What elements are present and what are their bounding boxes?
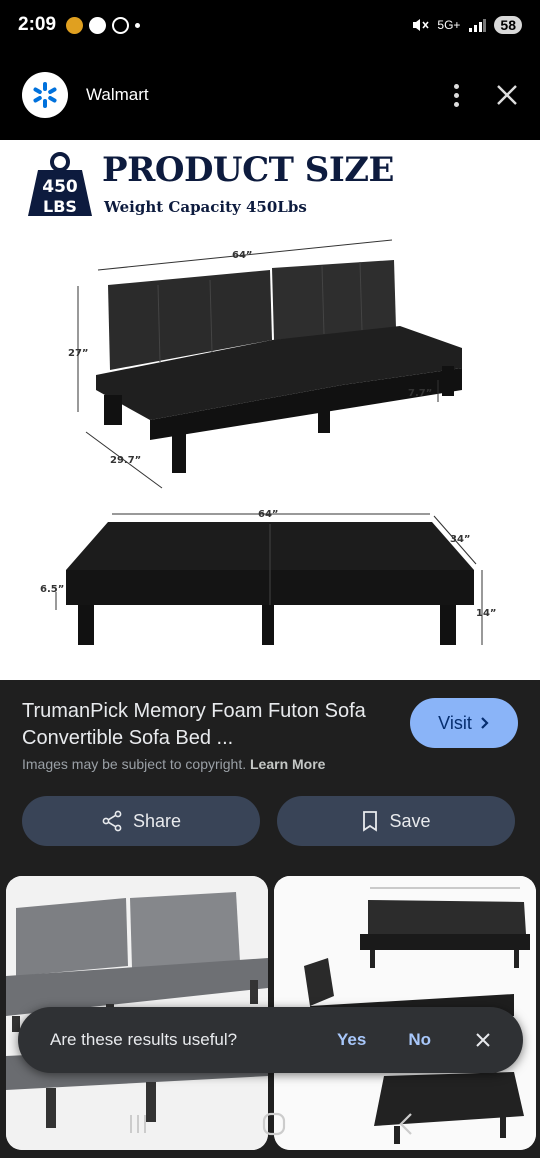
- site-favicon[interactable]: [22, 72, 68, 118]
- network-type: 5G+: [437, 18, 461, 32]
- status-bar: 2:09 5G+ 58: [0, 0, 540, 50]
- share-icon: [102, 810, 122, 832]
- visit-label: Visit: [438, 712, 472, 733]
- home-icon[interactable]: [261, 1111, 287, 1137]
- upright-sofa: [96, 260, 462, 473]
- dim-top-depth: 29.7”: [110, 455, 141, 466]
- feedback-yes-button[interactable]: Yes: [337, 1030, 366, 1050]
- walmart-spark-icon: [33, 82, 57, 108]
- save-label: Save: [389, 810, 431, 831]
- dim-bottom-width: 64”: [258, 509, 279, 520]
- weight-capacity-text: Weight Capacity 450Lbs: [104, 198, 307, 216]
- notification-icons: [66, 16, 141, 34]
- flat-sofa-bed: [66, 522, 474, 645]
- status-time: 2:09: [18, 14, 57, 35]
- feedback-no-button[interactable]: No: [408, 1030, 431, 1050]
- save-button[interactable]: Save: [277, 796, 515, 846]
- battery-level: 58: [494, 16, 522, 34]
- badge-top: 450: [42, 177, 78, 197]
- result-info-panel: TrumanPick Memory Foam Futon Sofa Conver…: [0, 680, 540, 870]
- feedback-toast: Are these results useful? Yes No: [18, 1007, 523, 1073]
- mute-icon: [413, 19, 430, 31]
- result-title[interactable]: TrumanPick Memory Foam Futon Sofa Conver…: [22, 698, 392, 752]
- share-button[interactable]: Share: [22, 796, 260, 846]
- notification-app-icon: [66, 16, 84, 34]
- back-icon[interactable]: [398, 1112, 414, 1136]
- dim-top-leg: 7.7”: [408, 388, 432, 399]
- site-name[interactable]: Walmart: [86, 85, 149, 105]
- weight-icon: 450 LBS: [28, 152, 92, 216]
- copyright-text: Images may be subject to copyright.: [22, 756, 247, 772]
- dim-bottom-depth: 34”: [450, 534, 471, 545]
- learn-more-link[interactable]: Learn More: [250, 756, 325, 772]
- lens-header: Walmart: [0, 50, 540, 140]
- close-icon[interactable]: [496, 84, 518, 106]
- more-vert-icon[interactable]: [446, 83, 466, 107]
- close-icon[interactable]: [475, 1032, 491, 1048]
- play-icon: [89, 16, 107, 34]
- chevron-right-icon: [481, 717, 489, 729]
- dim-top-width: 64”: [232, 250, 253, 261]
- visit-button[interactable]: Visit: [410, 698, 518, 748]
- more-notifications-dot-icon: [135, 22, 141, 28]
- product-image[interactable]: 450 LBS 64” 27” 29.7” 7.7” 64” 34” 14” 6…: [0, 140, 540, 680]
- share-label: Share: [132, 810, 182, 831]
- pinwheel-icon: [112, 16, 130, 34]
- product-size-diagram: 450 LBS 64” 27” 29.7” 7.7” 64” 34” 14” 6…: [28, 152, 497, 645]
- signal-icon: [469, 19, 487, 32]
- product-size-title: PRODUCT SIZE: [102, 150, 394, 190]
- feedback-question: Are these results useful?: [50, 1030, 238, 1049]
- dim-top-height: 27”: [68, 348, 89, 359]
- dim-bottom-height: 14”: [476, 608, 497, 619]
- bookmark-icon: [363, 811, 378, 832]
- badge-bottom: LBS: [43, 197, 77, 216]
- copyright-notice: Images may be subject to copyright. Lear…: [22, 756, 325, 772]
- recent-apps-icon[interactable]: [126, 1113, 150, 1135]
- dim-bottom-leg: 6.5”: [40, 584, 64, 595]
- system-nav-bar: [0, 1090, 540, 1158]
